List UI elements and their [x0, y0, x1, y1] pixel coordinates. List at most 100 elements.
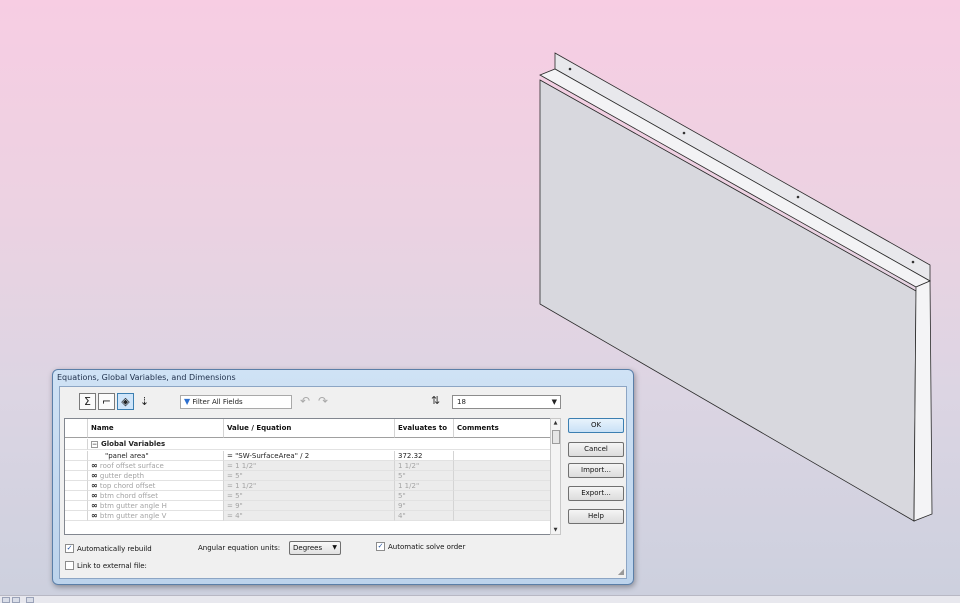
row-evaluates-cell: 1 1/2" [395, 461, 454, 471]
row-selector[interactable] [65, 501, 88, 511]
row-comment-cell[interactable] [454, 481, 552, 491]
filter-icon: ▼ [184, 397, 191, 406]
row-name-cell[interactable]: ∞ btm chord offset [88, 491, 224, 501]
column-header[interactable]: Name [88, 419, 224, 438]
row-name-cell[interactable]: ∞ top chord offset [88, 481, 224, 491]
mount-hole [682, 131, 686, 135]
row-evaluates-cell: 5" [395, 491, 454, 501]
row-value-cell[interactable]: = 5" [224, 471, 395, 481]
row-value-cell[interactable]: = "SW-SurfaceArea" / 2 [224, 451, 395, 461]
group-label: Global Variables [101, 440, 166, 448]
precision-value: 18 [457, 398, 466, 406]
table-row[interactable]: ∞ btm chord offset = 5" 5" [65, 491, 553, 501]
help-button[interactable]: Help [568, 509, 624, 524]
ordered-view-icon[interactable]: ⇣ [136, 393, 153, 410]
row-name-cell[interactable]: ∞ gutter depth [88, 471, 224, 481]
status-bar [0, 595, 960, 603]
link-external-label: Link to external file: [77, 562, 147, 570]
table-row[interactable]: "panel area" = "SW-SurfaceArea" / 2 372.32 [65, 451, 553, 461]
link-icon: ∞ [91, 511, 98, 520]
row-name-cell[interactable]: "panel area" [88, 451, 224, 461]
mount-hole [568, 67, 572, 71]
toolbar-icon[interactable] [12, 597, 20, 603]
row-name: "panel area" [105, 452, 149, 460]
toolbar-icon[interactable] [2, 597, 10, 603]
angular-units-label: Angular equation units: [198, 544, 281, 552]
column-header[interactable]: Comments [454, 419, 552, 438]
table-row[interactable]: ∞ roof offset surface = 1 1/2" 1 1/2" [65, 461, 553, 471]
equations-dialog[interactable]: Equations, Global Variables, and Dimensi… [52, 369, 634, 585]
undo-icon[interactable]: ↶ [300, 394, 310, 408]
row-comment-cell[interactable] [454, 511, 552, 521]
column-header[interactable]: Value / Equation [224, 419, 395, 438]
row-comment-cell[interactable] [454, 451, 552, 461]
row-evaluates-cell: 4" [395, 511, 454, 521]
scroll-thumb[interactable] [552, 430, 560, 444]
row-comment-cell[interactable] [454, 491, 552, 501]
scroll-down-icon[interactable]: ▼ [551, 527, 560, 533]
row-value-cell[interactable]: = 4" [224, 511, 395, 521]
auto-rebuild-checkbox[interactable]: ✓ [65, 544, 74, 553]
row-name: btm chord offset [99, 492, 158, 500]
row-selector[interactable] [65, 491, 88, 501]
column-header[interactable]: Evaluates to [395, 419, 454, 438]
scroll-up-icon[interactable]: ▲ [551, 420, 560, 426]
sketch-icon[interactable]: ⌐ [98, 393, 115, 410]
row-value-cell[interactable]: = 5" [224, 491, 395, 501]
table-scrollbar[interactable]: ▲ ▼ [550, 418, 561, 535]
row-selector[interactable] [65, 461, 88, 471]
ok-button[interactable]: OK [568, 418, 624, 433]
redo-icon[interactable]: ↷ [318, 394, 328, 408]
filter-placeholder: Filter All Fields [192, 398, 243, 406]
export-button[interactable]: Export... [568, 486, 624, 501]
row-name-cell[interactable]: ∞ btm gutter angle H [88, 501, 224, 511]
row-selector[interactable] [65, 481, 88, 491]
equations-table[interactable]: Name Value / Equation Evaluates to Comme… [64, 418, 554, 535]
cancel-button[interactable]: Cancel [568, 442, 624, 457]
table-row[interactable]: ∞ top chord offset = 1 1/2" 1 1/2" [65, 481, 553, 491]
auto-solve-checkbox[interactable]: ✓ [376, 542, 385, 551]
mount-hole [796, 195, 800, 199]
resize-grip-icon[interactable]: ◢ [618, 567, 624, 576]
sort-icon[interactable]: ⇅ [431, 394, 440, 407]
row-evaluates-cell: 1 1/2" [395, 481, 454, 491]
auto-solve-label: Automatic solve order [388, 543, 466, 551]
dimension-icon[interactable]: ◈ [117, 393, 134, 410]
row-value-cell[interactable]: = 1 1/2" [224, 481, 395, 491]
row-comment-cell[interactable] [454, 471, 552, 481]
mount-hole [911, 260, 915, 264]
table-row[interactable]: ∞ gutter depth = 5" 5" [65, 471, 553, 481]
angular-units-select[interactable]: Degrees ▼ [289, 541, 341, 555]
row-name-cell[interactable]: ∞ roof offset surface [88, 461, 224, 471]
row-selector[interactable] [65, 511, 88, 521]
row-name: roof offset surface [99, 462, 164, 470]
collapse-icon[interactable]: − [91, 441, 98, 448]
link-icon: ∞ [91, 491, 98, 500]
angular-units-value: Degrees [293, 544, 323, 552]
table-header: Name Value / Equation Evaluates to Comme… [65, 419, 553, 438]
row-name: top chord offset [99, 482, 156, 490]
table-row[interactable]: ∞ btm gutter angle V = 4" 4" [65, 511, 553, 521]
import-button[interactable]: Import... [568, 463, 624, 478]
link-icon: ∞ [91, 481, 98, 490]
precision-select[interactable]: 18 ▼ [452, 395, 561, 409]
table-row[interactable]: ∞ btm gutter angle H = 9" 9" [65, 501, 553, 511]
row-evaluates-cell: 9" [395, 501, 454, 511]
link-external-checkbox[interactable] [65, 561, 74, 570]
link-icon: ∞ [91, 501, 98, 510]
row-value-cell[interactable]: = 9" [224, 501, 395, 511]
chevron-down-icon: ▼ [551, 398, 557, 406]
group-row[interactable]: − Global Variables [65, 439, 553, 450]
auto-rebuild-label: Automatically rebuild [77, 545, 152, 553]
filter-input[interactable]: ▼ Filter All Fields [180, 395, 292, 409]
row-value-cell[interactable]: = 1 1/2" [224, 461, 395, 471]
row-comment-cell[interactable] [454, 501, 552, 511]
link-icon: ∞ [91, 461, 98, 470]
row-comment-cell[interactable] [454, 461, 552, 471]
toolbar-icon[interactable] [26, 597, 34, 603]
sigma-icon[interactable]: Σ [79, 393, 96, 410]
row-selector-header[interactable] [65, 419, 88, 438]
row-selector[interactable] [65, 471, 88, 481]
row-selector[interactable] [65, 451, 88, 461]
row-name-cell[interactable]: ∞ btm gutter angle V [88, 511, 224, 521]
